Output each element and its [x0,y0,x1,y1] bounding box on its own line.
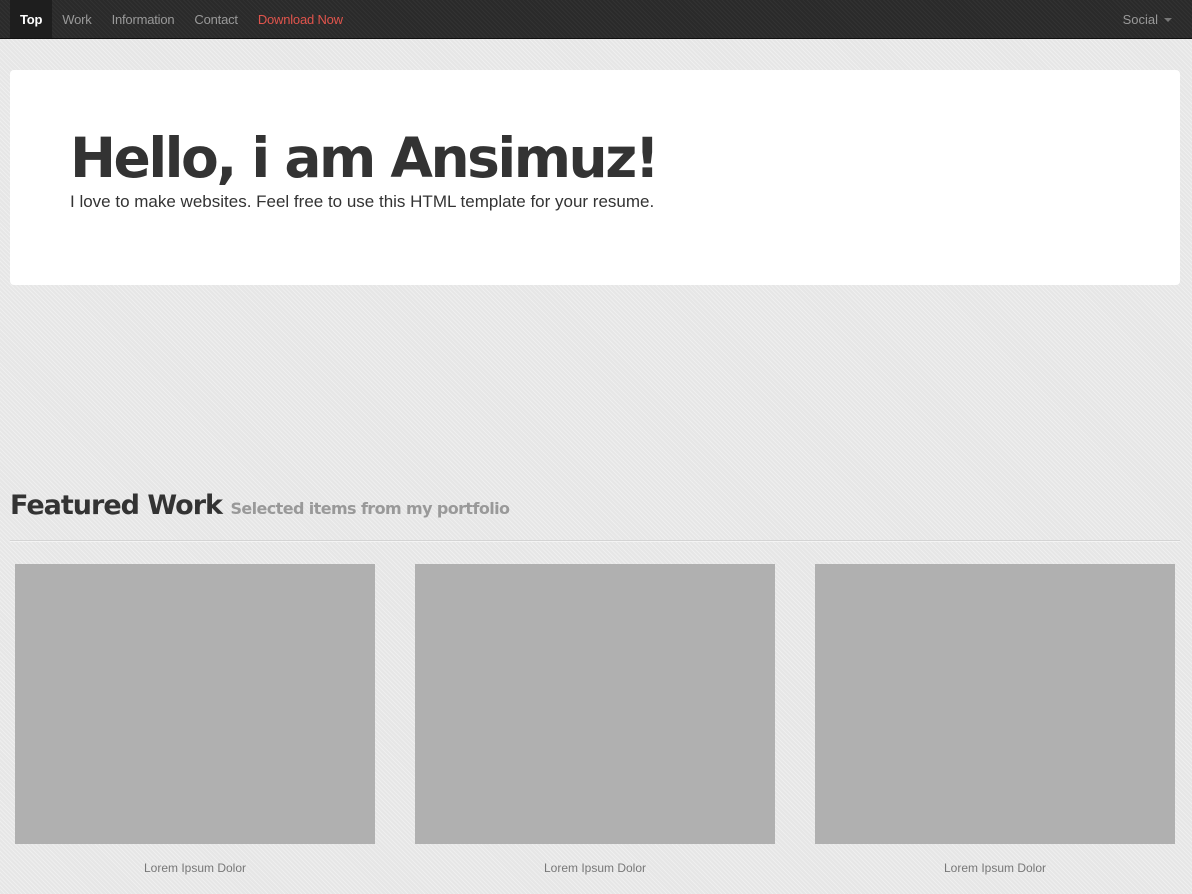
portfolio-thumbnail[interactable] [815,564,1175,844]
nav-item-download-now[interactable]: Download Now [248,0,353,38]
featured-work-title: Featured Work [10,490,223,521]
hero-title: Hello, i am Ansimuz! [70,126,660,190]
top-navbar: Top Work Information Contact Download No… [0,0,1192,39]
caret-down-icon [1164,18,1172,22]
social-dropdown-label: Social [1122,11,1158,27]
nav-item-work[interactable]: Work [52,0,101,38]
portfolio-thumbnail[interactable] [415,564,775,844]
portfolio-caption: Lorem Ipsum Dolor [543,861,647,875]
featured-work-heading: Featured Work Selected items from my por… [10,490,510,521]
nav-item-information[interactable]: Information [102,0,185,38]
hero-unit: Hello, i am Ansimuz! I love to make webs… [10,70,1180,285]
portfolio-caption: Lorem Ipsum Dolor [943,861,1047,875]
portfolio-thumbnail[interactable] [15,564,375,844]
nav-item-contact[interactable]: Contact [184,0,247,38]
hero-subtitle: I love to make websites. Feel free to us… [70,192,655,211]
portfolio-item: Lorem Ipsum Dolor [15,564,375,875]
nav-menu: Top Work Information Contact Download No… [10,0,353,38]
nav-item-top[interactable]: Top [10,0,53,38]
featured-work-subtitle: Selected items from my portfolio [230,499,510,518]
portfolio-item: Lorem Ipsum Dolor [815,564,1175,875]
social-dropdown[interactable]: Social [1123,0,1172,38]
portfolio-caption: Lorem Ipsum Dolor [143,861,247,875]
section-divider [10,540,1180,542]
portfolio-item: Lorem Ipsum Dolor [415,564,775,875]
